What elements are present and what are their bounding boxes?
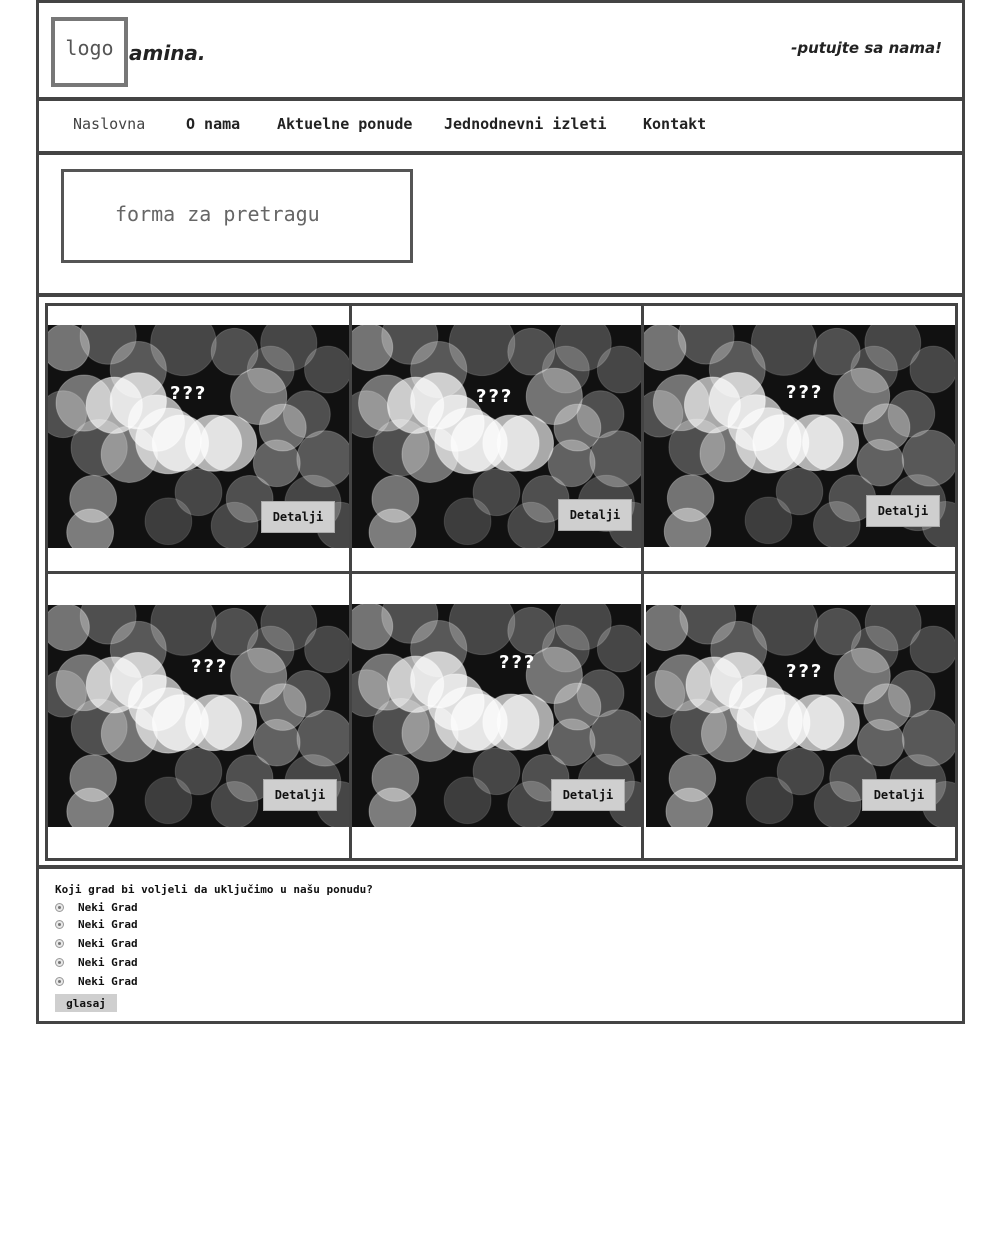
bokeh-light	[745, 776, 794, 825]
search-panel: forma za pretragu	[36, 152, 965, 296]
offer-details-button[interactable]: Detalji	[558, 499, 632, 531]
nav-item-kontakt[interactable]: Kontakt	[643, 115, 706, 133]
poll-question: Koji grad bi voljeli da uključimo u našu…	[55, 883, 373, 896]
poll-option[interactable]: Neki Grad	[55, 937, 138, 950]
poll-option[interactable]: Neki Grad	[55, 956, 138, 969]
bokeh-light	[700, 705, 758, 763]
bokeh-light	[100, 705, 158, 763]
radio-button[interactable]	[55, 939, 64, 948]
poll-option-label: Neki Grad	[78, 901, 138, 914]
bokeh-light	[541, 624, 590, 673]
site-header: logo amina. -putujte sa nama!	[36, 0, 965, 100]
radio-button[interactable]	[55, 903, 64, 912]
bokeh-light	[699, 425, 757, 483]
bokeh-light	[401, 704, 459, 762]
bokeh-light	[596, 624, 641, 673]
bokeh-light	[802, 414, 860, 472]
poll-option[interactable]: Neki Grad	[55, 975, 138, 988]
bokeh-light	[144, 776, 193, 825]
bokeh-light	[596, 345, 641, 394]
poll-option-label: Neki Grad	[78, 937, 138, 950]
offer-details-button[interactable]: Detalji	[261, 501, 335, 533]
nav-item-naslovna[interactable]: Naslovna	[73, 115, 145, 133]
bokeh-light	[304, 625, 349, 674]
main-nav: Naslovna O nama Aktuelne ponude Jednodne…	[36, 98, 965, 154]
bokeh-light	[744, 496, 793, 545]
offer-details-button[interactable]: Detalji	[866, 495, 940, 527]
offer-title: ???	[476, 386, 514, 407]
bokeh-light	[813, 780, 862, 827]
poll-option[interactable]: Neki Grad	[55, 918, 138, 931]
bokeh-light	[507, 780, 556, 827]
bokeh-light	[210, 501, 259, 548]
poll-option-label: Neki Grad	[78, 918, 138, 931]
vote-button[interactable]: glasaj	[55, 994, 117, 1012]
bokeh-light	[100, 425, 158, 483]
bokeh-light	[200, 694, 258, 752]
bokeh-light	[144, 497, 193, 546]
bokeh-light	[401, 425, 459, 483]
search-form-label: forma za pretragu	[115, 202, 320, 226]
bokeh-light	[507, 501, 556, 548]
search-form-placeholder[interactable]: forma za pretragu	[61, 169, 413, 263]
offer-title: ???	[191, 656, 229, 677]
bokeh-light	[496, 414, 554, 472]
bokeh-light	[813, 500, 861, 547]
bokeh-light	[246, 625, 295, 674]
tagline: -putujte sa nama!	[791, 39, 942, 57]
brand-name: amina.	[129, 41, 206, 65]
bokeh-light	[210, 780, 259, 827]
bokeh-light	[304, 345, 349, 394]
logo-placeholder[interactable]: logo	[51, 17, 128, 87]
bokeh-light	[909, 625, 955, 674]
offer-details-button[interactable]: Detalji	[263, 779, 337, 811]
nav-item-o-nama[interactable]: O nama	[186, 115, 240, 133]
bokeh-light	[909, 345, 955, 394]
poll-option[interactable]: Neki Grad	[55, 901, 138, 914]
bokeh-light	[443, 497, 492, 546]
bokeh-light	[496, 693, 554, 751]
offer-title: ???	[170, 383, 208, 404]
offer-details-button[interactable]: Detalji	[862, 779, 936, 811]
radio-button[interactable]	[55, 977, 64, 986]
offer-title: ???	[499, 652, 537, 673]
bokeh-light	[541, 345, 590, 394]
poll-option-label: Neki Grad	[78, 956, 138, 969]
grid-divider	[45, 571, 958, 574]
bokeh-light	[802, 694, 860, 752]
bokeh-light	[850, 345, 898, 394]
offer-title: ???	[786, 661, 824, 682]
poll-option-label: Neki Grad	[78, 975, 138, 988]
nav-item-jednodnevni-izleti[interactable]: Jednodnevni izleti	[444, 115, 607, 133]
city-poll: Koji grad bi voljeli da uključimo u našu…	[36, 866, 965, 1024]
logo-label: logo	[65, 36, 114, 60]
bokeh-light	[850, 625, 899, 674]
bokeh-light	[246, 345, 295, 394]
bokeh-light	[200, 414, 258, 472]
radio-button[interactable]	[55, 920, 64, 929]
offer-details-button[interactable]: Detalji	[551, 779, 625, 811]
bokeh-light	[443, 776, 492, 825]
nav-item-aktuelne-ponude[interactable]: Aktuelne ponude	[277, 115, 412, 133]
radio-button[interactable]	[55, 958, 64, 967]
offer-title: ???	[786, 382, 824, 403]
